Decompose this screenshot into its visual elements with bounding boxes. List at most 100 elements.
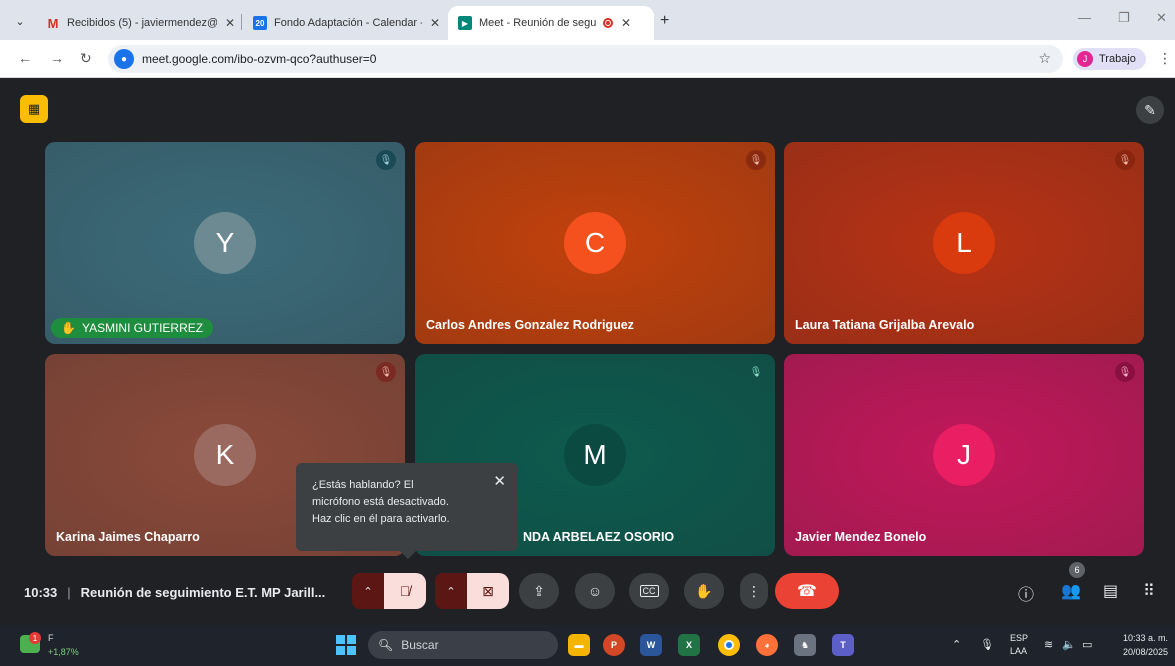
restore-icon[interactable]: ❐ — [1118, 10, 1130, 26]
firefox-icon[interactable]: ◕ — [756, 634, 778, 656]
present-icon: ⇪ — [533, 582, 545, 599]
hand-raised-icon: ✋ — [61, 321, 76, 335]
tab-label: Fondo Adaptación - Calendar - — [274, 17, 422, 29]
tab-meet[interactable]: ▶ Meet - Reunión de seguimi ✕ — [448, 6, 654, 40]
participant-name: Carlos Andres Gonzalez Rodriguez — [426, 318, 634, 332]
powerpoint-icon[interactable]: P — [603, 634, 625, 656]
new-tab-icon[interactable]: + — [660, 12, 669, 30]
avatar: J — [933, 424, 995, 486]
back-icon[interactable]: ← — [18, 50, 32, 66]
chat-icon[interactable]: ▤ — [1103, 581, 1118, 601]
word-icon[interactable]: W — [640, 634, 662, 656]
app-icon[interactable]: ♞ — [794, 634, 816, 656]
chrome-icon[interactable] — [718, 634, 740, 656]
avatar: L — [933, 212, 995, 274]
widget-label: F — [48, 633, 54, 643]
more-vert-icon: ⋮ — [747, 582, 761, 599]
camera-off-icon: ⊠ — [482, 582, 494, 599]
tooltip-text: ¿Estás hablando? El — [312, 479, 414, 491]
mic-muted-icon: 🎙 — [1115, 362, 1135, 382]
activities-icon[interactable]: ⠿ — [1143, 581, 1155, 601]
close-icon[interactable]: ✕ — [225, 16, 235, 30]
participant-name: Javier Mendez Bonelo — [795, 530, 927, 544]
teams-icon[interactable]: T — [832, 634, 854, 656]
host-controls-icon[interactable]: ▦ — [20, 95, 48, 123]
bookmark-star-icon[interactable]: ☆ — [1038, 50, 1051, 67]
omnibox[interactable]: ● meet.google.com/ibo-ozvm-qco?authuser=… — [108, 45, 1063, 73]
emoji-icon: ☺ — [587, 583, 603, 599]
tooltip-arrow — [400, 551, 416, 559]
hang-up-icon: ☎ — [797, 583, 817, 600]
tray-overflow-icon[interactable]: ⌃ — [952, 638, 961, 651]
browser-menu-icon[interactable]: ⋮ — [1158, 50, 1172, 67]
site-info-icon[interactable]: ● — [114, 49, 134, 69]
url-text: meet.google.com/ibo-ozvm-qco?authuser=0 — [142, 52, 377, 66]
browser-tab-strip: ⌄ M Recibidos (5) - javiermendez@f ✕ 20 … — [0, 0, 1175, 40]
close-icon[interactable]: ✕ — [621, 16, 631, 30]
participant-tile[interactable]: 🎙 L Laura Tatiana Grijalba Arevalo — [784, 142, 1144, 344]
reload-icon[interactable]: ↻ — [80, 50, 92, 67]
more-options-button[interactable]: ⋮ — [740, 573, 768, 609]
wifi-icon[interactable]: ≋ — [1044, 638, 1053, 651]
profile-button[interactable]: J Trabajo — [1073, 48, 1146, 70]
reactions-button[interactable]: ☺ — [575, 573, 615, 609]
participant-tile[interactable]: 🎙 Y ✋ YASMINI GUTIERREZ — [45, 142, 405, 344]
tooltip-text: Haz clic en él para activarlo. — [312, 513, 450, 525]
language-code: ESP — [1010, 633, 1029, 643]
window-close-icon[interactable]: ✕ — [1156, 10, 1167, 26]
meeting-title[interactable]: Reunión de seguimiento E.T. MP Jarill... — [81, 585, 326, 600]
meeting-details-icon[interactable]: ⓘ — [1018, 581, 1034, 605]
hand-icon: ✋ — [695, 582, 713, 599]
search-placeholder: Buscar — [401, 638, 439, 652]
widgets-button[interactable]: 1 F +1,87% — [18, 631, 88, 661]
mic-off-button[interactable]: 🎙̸ — [384, 573, 426, 609]
profile-avatar: J — [1077, 51, 1093, 67]
meeting-info-divider: | — [67, 585, 71, 600]
avatar: C — [564, 212, 626, 274]
tab-calendar[interactable]: 20 Fondo Adaptación - Calendar - ✕ — [243, 6, 450, 40]
avatar: M — [564, 424, 626, 486]
volume-icon[interactable]: 🔈 — [1062, 638, 1076, 651]
calendar-icon: 20 — [253, 16, 267, 30]
present-screen-button[interactable]: ⇪ — [519, 573, 559, 609]
gmail-icon: M — [47, 15, 59, 31]
language-indicator[interactable]: ESP LAA — [1010, 632, 1028, 658]
captions-button[interactable]: CC — [629, 573, 669, 609]
raise-hand-button[interactable]: ✋ — [684, 573, 724, 609]
battery-icon[interactable]: ▭ — [1082, 638, 1092, 651]
mic-muted-icon: 🎙 — [746, 150, 766, 170]
microphone-tray-icon[interactable]: 🎙 — [980, 638, 994, 651]
captions-icon: CC — [639, 585, 659, 597]
avatar: K — [194, 424, 256, 486]
windows-start-icon[interactable] — [336, 635, 356, 655]
participant-name: Karina Jaimes Chaparro — [56, 530, 200, 544]
tooltip-close-icon[interactable]: ✕ — [493, 473, 506, 490]
taskbar-search[interactable]: 🔍︎ Buscar — [368, 631, 558, 659]
forward-icon[interactable]: → — [50, 50, 64, 66]
keyboard-layout: LAA — [1010, 646, 1028, 656]
close-icon[interactable]: ✕ — [430, 16, 440, 30]
system-clock[interactable]: 10:33 a. m. 20/08/2025 — [1110, 631, 1168, 659]
camera-off-button[interactable]: ⊠ — [467, 573, 509, 609]
minimize-icon[interactable]: — — [1078, 10, 1091, 25]
meet-icon: ▶ — [458, 16, 472, 30]
participant-tile[interactable]: 🎙 C Carlos Andres Gonzalez Rodriguez — [415, 142, 775, 344]
participant-tile[interactable]: 🎙 J Javier Mendez Bonelo — [784, 354, 1144, 556]
audio-options-chevron-icon[interactable]: ⌃ — [352, 573, 384, 609]
video-options-chevron-icon[interactable]: ⌃ — [435, 573, 467, 609]
people-icon[interactable]: 👥 — [1061, 581, 1081, 601]
participant-name: Laura Tatiana Grijalba Arevalo — [795, 318, 975, 332]
edit-effects-icon[interactable]: ✎ — [1136, 96, 1164, 124]
excel-icon[interactable]: X — [678, 634, 700, 656]
participant-name: YASMINI GUTIERREZ — [81, 321, 204, 335]
meet-stage: ▦ ✎ 🎙 Y ✋ YASMINI GUTIERREZ 🎙 C Carlos A… — [0, 79, 1175, 625]
tab-label: Recibidos (5) - javiermendez@f — [67, 17, 217, 29]
leave-call-button[interactable]: ☎ — [775, 573, 839, 609]
file-explorer-icon[interactable]: ▬ — [568, 634, 590, 656]
tab-search-icon[interactable]: ⌄ — [10, 12, 30, 30]
mic-off-icon: 🎙̸ — [399, 583, 411, 599]
tab-gmail[interactable]: M Recibidos (5) - javiermendez@f ✕ — [36, 6, 245, 40]
recording-icon — [603, 18, 613, 28]
profile-label: Trabajo — [1099, 53, 1136, 65]
participant-name: NDA ARBELAEZ OSORIO — [523, 530, 675, 544]
